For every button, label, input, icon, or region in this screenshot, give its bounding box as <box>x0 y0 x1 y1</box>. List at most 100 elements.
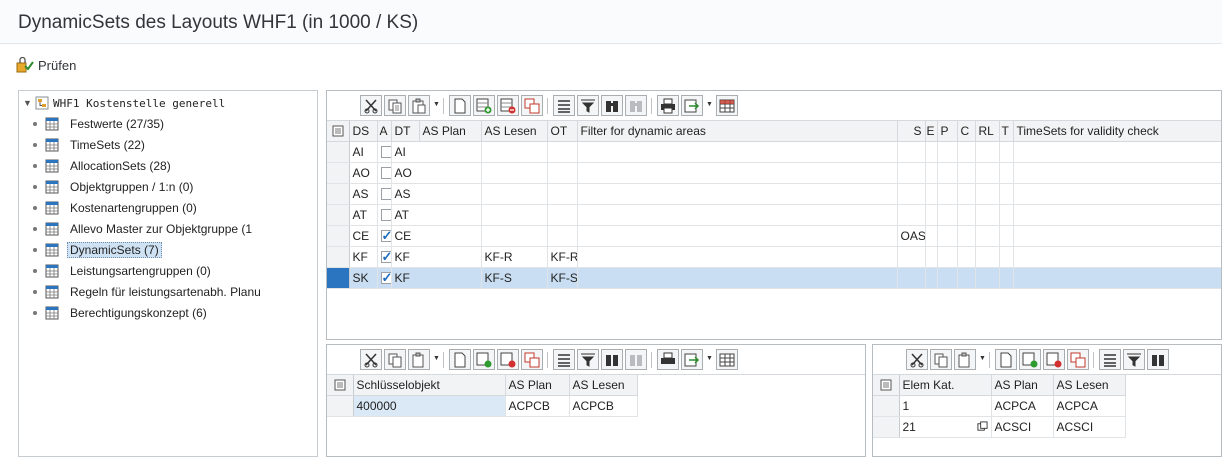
filter-button[interactable] <box>1123 349 1145 370</box>
row-selector[interactable] <box>327 183 350 205</box>
cell-dt[interactable]: CE <box>391 225 482 247</box>
tree-item-berechtigungskonzept[interactable]: Berechtigungskonzept (6) <box>33 303 210 323</box>
cell-dt[interactable]: KF <box>391 267 482 289</box>
cell-a[interactable] <box>377 183 392 205</box>
cell-dt[interactable]: KF <box>391 246 482 268</box>
cell-as-plan[interactable] <box>481 183 548 205</box>
cell-ds[interactable]: KF <box>349 246 378 268</box>
filter-button[interactable] <box>577 349 599 370</box>
cell-as-plan[interactable]: ACPCA <box>991 395 1054 417</box>
sort-ascending-button[interactable] <box>1099 349 1121 370</box>
delete-row-button[interactable] <box>497 95 519 116</box>
select-all-cell[interactable] <box>327 375 354 396</box>
row-selector[interactable] <box>327 225 350 247</box>
paste-dropdown-icon[interactable]: ▼ <box>433 355 440 362</box>
print-button[interactable] <box>657 349 679 370</box>
cell-as-plan[interactable]: KF-R <box>481 246 548 268</box>
select-all-cell[interactable] <box>327 121 350 142</box>
cell-as-lesen[interactable]: ACPCA <box>1053 395 1126 417</box>
cell-dt[interactable]: AO <box>391 162 482 184</box>
col-header-a[interactable]: A <box>377 121 392 142</box>
col-header-e[interactable]: E <box>925 121 938 142</box>
cell-s[interactable] <box>925 162 938 184</box>
cell-rl[interactable] <box>999 246 1014 268</box>
cut-button[interactable] <box>360 95 382 116</box>
cell-as-plan[interactable] <box>481 225 548 247</box>
row-selector[interactable] <box>327 204 350 226</box>
cell-a[interactable] <box>377 225 392 247</box>
layout-button[interactable] <box>716 95 738 116</box>
cell-s[interactable] <box>925 246 938 268</box>
duplicate-row-button[interactable] <box>1067 349 1089 370</box>
paste-button[interactable] <box>408 349 430 370</box>
col-header-s[interactable]: S <box>897 121 926 142</box>
row-selector[interactable] <box>327 395 354 417</box>
active-checkbox[interactable] <box>380 188 390 201</box>
col-header-as-lesen[interactable]: AS Lesen <box>481 121 548 142</box>
tree-item-allevo-master[interactable]: Allevo Master zur Objektgruppe (1 <box>33 219 255 239</box>
col-header-timesets[interactable]: TimeSets for validity check <box>1013 121 1221 142</box>
paste-dropdown-icon[interactable]: ▼ <box>433 101 440 108</box>
cell-ot[interactable] <box>577 183 898 205</box>
cell-as-plan[interactable]: KF-S <box>481 267 548 289</box>
copy-button[interactable] <box>384 349 406 370</box>
table-row[interactable]: CE CE OAS_MAT <box>327 225 1221 247</box>
cell-e[interactable] <box>937 141 958 163</box>
cell-as-lesen[interactable] <box>547 204 578 226</box>
paste-dropdown-icon[interactable]: ▼ <box>979 355 986 362</box>
cell-e[interactable] <box>937 246 958 268</box>
find-button[interactable] <box>1147 349 1169 370</box>
cell-e[interactable] <box>937 267 958 289</box>
insert-row-button[interactable] <box>473 349 495 370</box>
cell-c[interactable] <box>975 162 1000 184</box>
col-header-as-plan[interactable]: AS Plan <box>419 121 482 142</box>
tree-item-festwerte[interactable]: Festwerte (27/35) <box>33 114 167 134</box>
cell-as-lesen[interactable] <box>547 141 578 163</box>
tree-item-kostenartengruppen[interactable]: Kostenartengruppen (0) <box>33 198 200 218</box>
cell-p[interactable] <box>957 204 976 226</box>
table-row[interactable]: 400000 ACPCB ACPCB <box>327 395 638 417</box>
check-button[interactable]: Prüfen <box>16 54 76 76</box>
cell-filter[interactable] <box>897 204 926 226</box>
cell-dt[interactable]: AT <box>391 204 482 226</box>
active-checkbox[interactable] <box>380 270 390 286</box>
cell-filter[interactable] <box>897 183 926 205</box>
cell-as-plan[interactable] <box>481 141 548 163</box>
paste-button[interactable] <box>954 349 976 370</box>
find-button[interactable] <box>601 349 623 370</box>
cell-s[interactable] <box>925 267 938 289</box>
cell-p[interactable] <box>957 267 976 289</box>
cell-ot[interactable] <box>577 141 898 163</box>
col-header-dt[interactable]: DT <box>391 121 420 142</box>
cell-as-plan[interactable]: ACPCB <box>505 395 570 417</box>
cell-as-lesen[interactable] <box>547 162 578 184</box>
paste-button[interactable] <box>408 95 430 116</box>
new-row-button[interactable] <box>995 349 1017 370</box>
col-header-key-object[interactable]: Schlüsselobjekt <box>353 375 506 396</box>
cell-ot[interactable] <box>577 225 898 247</box>
col-header-ds[interactable]: DS <box>349 121 378 142</box>
tree-item-timesets[interactable]: TimeSets (22) <box>33 135 148 155</box>
tree-item-leistungsartengruppen[interactable]: Leistungsartengruppen (0) <box>33 261 214 281</box>
cell-p[interactable] <box>957 141 976 163</box>
cell-ds[interactable]: AS <box>349 183 378 205</box>
row-selector[interactable] <box>327 246 350 268</box>
cell-s[interactable] <box>925 183 938 205</box>
cell-t[interactable] <box>1013 141 1221 163</box>
col-header-as-lesen[interactable]: AS Lesen <box>569 375 638 396</box>
row-selector[interactable] <box>327 162 350 184</box>
cell-ds[interactable]: AI <box>349 141 378 163</box>
sort-ascending-button[interactable] <box>553 95 575 116</box>
cell-filter[interactable] <box>897 141 926 163</box>
cell-e[interactable] <box>937 183 958 205</box>
row-selector[interactable] <box>873 416 900 438</box>
table-row[interactable]: AT AT <box>327 204 1221 226</box>
cell-as-plan[interactable] <box>481 162 548 184</box>
cell-filter[interactable] <box>897 162 926 184</box>
copy-button[interactable] <box>384 95 406 116</box>
cell-c[interactable] <box>975 225 1000 247</box>
cell-ot[interactable] <box>577 246 898 268</box>
active-checkbox[interactable] <box>380 167 390 180</box>
cell-as-plan[interactable]: ACSCI <box>991 416 1054 438</box>
table-row[interactable]: AS AS <box>327 183 1221 205</box>
